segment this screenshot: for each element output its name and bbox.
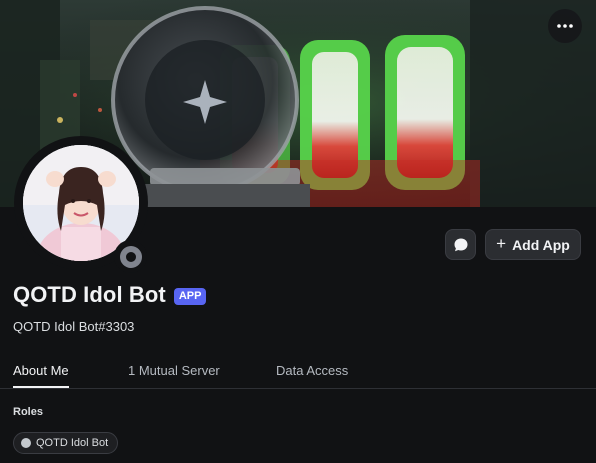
profile-tabs: About Me 1 Mutual Server Data Access	[0, 363, 596, 389]
more-options-button[interactable]	[548, 9, 582, 43]
role-color-dot	[21, 438, 31, 448]
roles-heading: Roles	[13, 406, 43, 418]
add-app-label: Add App	[512, 236, 570, 253]
avatar-wrapper	[14, 136, 148, 273]
status-indicator	[114, 240, 147, 273]
plus-icon: +	[496, 234, 507, 253]
more-options-icon	[557, 24, 573, 28]
name-row: QOTD Idol Bot APP	[13, 282, 207, 308]
app-badge: APP	[173, 287, 207, 305]
tab-mutual-servers[interactable]: 1 Mutual Server	[128, 363, 220, 388]
display-name[interactable]: QOTD Idol Bot	[13, 282, 166, 308]
tab-data-access[interactable]: Data Access	[276, 363, 348, 388]
tabs-divider	[0, 388, 596, 389]
tab-about-me[interactable]: About Me	[13, 363, 69, 388]
role-label: QOTD Idol Bot	[36, 437, 109, 449]
send-message-button[interactable]	[445, 229, 476, 260]
message-icon	[454, 238, 467, 251]
role-pill[interactable]: QOTD Idol Bot	[13, 432, 119, 454]
username[interactable]: QOTD Idol Bot#3303	[13, 319, 134, 334]
add-app-button[interactable]: + Add App	[485, 229, 581, 260]
offline-status-icon	[119, 245, 142, 268]
profile-card: + Add App QOTD Idol Bot APP QOTD Idol Bo…	[0, 0, 596, 463]
